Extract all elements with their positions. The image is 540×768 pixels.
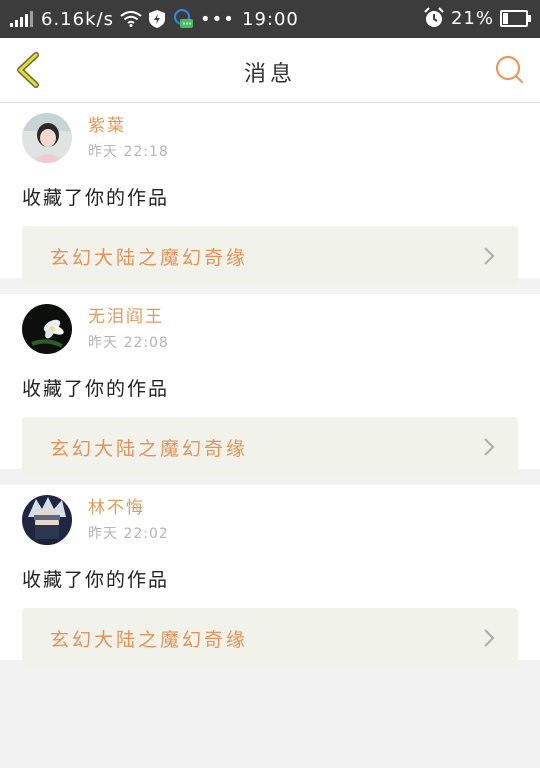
work-title: 玄幻大陆之魔幻奇缘 (50, 437, 249, 460)
battery-percent: 21% (450, 7, 494, 29)
username[interactable]: 紫葉 (88, 115, 169, 137)
work-title: 玄幻大陆之魔幻奇缘 (50, 246, 249, 269)
username[interactable]: 无泪阎王 (88, 306, 169, 328)
clock: 19:00 (242, 9, 299, 30)
work-link[interactable]: 玄幻大陆之魔幻奇缘 (22, 226, 518, 286)
shield-icon (148, 9, 166, 29)
header: 消息 (0, 38, 540, 103)
search-icon (495, 55, 524, 84)
avatar[interactable] (22, 495, 72, 545)
signal-icon (10, 11, 35, 27)
timestamp: 昨天 22:18 (88, 144, 169, 160)
username[interactable]: 林不悔 (88, 497, 169, 519)
timestamp: 昨天 22:08 (88, 335, 169, 351)
message-card: 林不悔 昨天 22:02 收藏了你的作品 玄幻大陆之魔幻奇缘 (0, 485, 540, 668)
wifi-icon (120, 11, 142, 27)
alarm-icon (423, 7, 445, 29)
chevron-right-icon (484, 438, 495, 456)
chat-notification-icon (172, 8, 194, 30)
page-title: 消息 (243, 62, 296, 87)
chevron-right-icon (484, 247, 495, 265)
work-link[interactable]: 玄幻大陆之魔幻奇缘 (22, 608, 518, 668)
network-speed: 6.16k/s (41, 8, 114, 30)
action-text: 收藏了你的作品 (22, 569, 170, 591)
avatar[interactable] (22, 113, 72, 163)
message-card: 紫葉 昨天 22:18 收藏了你的作品 玄幻大陆之魔幻奇缘 (0, 103, 540, 286)
work-title: 玄幻大陆之魔幻奇缘 (50, 628, 249, 651)
action-text: 收藏了你的作品 (22, 378, 170, 400)
timestamp: 昨天 22:02 (88, 526, 169, 542)
message-card: 无泪阎王 昨天 22:08 收藏了你的作品 玄幻大陆之魔幻奇缘 (0, 294, 540, 477)
status-bar: 6.16k/s ••• 19:00 21% (0, 0, 540, 38)
action-text: 收藏了你的作品 (22, 187, 170, 209)
avatar[interactable] (22, 304, 72, 354)
chevron-right-icon (484, 629, 495, 647)
more-icon: ••• (199, 8, 235, 30)
search-button[interactable] (494, 54, 526, 86)
battery-icon (500, 9, 531, 27)
message-list: 紫葉 昨天 22:18 收藏了你的作品 玄幻大陆之魔幻奇缘 无泪阎王 昨天 22… (0, 103, 540, 676)
work-link[interactable]: 玄幻大陆之魔幻奇缘 (22, 417, 518, 477)
